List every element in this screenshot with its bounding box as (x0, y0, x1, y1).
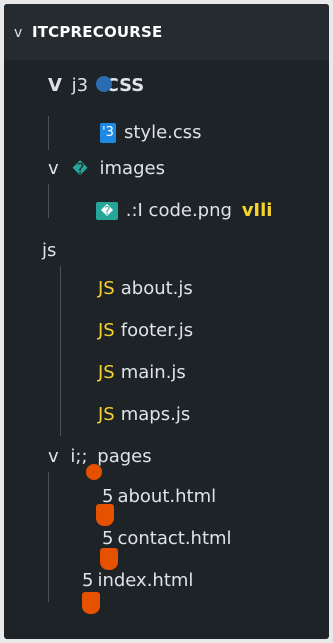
main-js-label: main.js (120, 362, 186, 383)
image-file-icon: � (96, 202, 118, 220)
chevron-down-icon: v (48, 446, 59, 467)
js-file-icon: JS (98, 404, 115, 425)
tree-item-maps-js[interactable]: JS maps.js (98, 398, 190, 432)
tree-item-footer-js[interactable]: JS footer.js (98, 314, 193, 348)
tree-item-about-js[interactable]: JS about.js (98, 272, 193, 306)
contact-html-label: contact.html (117, 528, 232, 549)
js-file-icon: JS (98, 278, 115, 299)
css-folder-icon (95, 76, 112, 92)
chevron-down-icon: V (48, 75, 62, 96)
tree-item-code-png[interactable]: � .:I code.png vIli (96, 194, 272, 228)
tree-item-index-html[interactable]: 5 index.html (82, 564, 193, 598)
css-folder-prefix: j3 (71, 75, 89, 96)
images-folder-label: images (99, 158, 165, 179)
code-png-suffix: vIli (241, 200, 273, 221)
html-file-icon (86, 464, 102, 480)
file-explorer-panel: v ITCPRECOURSE V j3 CSS '3 style.css v � … (4, 4, 329, 639)
style-css-label: style.css (124, 122, 202, 143)
tree-item-js-folder[interactable]: js (42, 234, 56, 268)
html-file-number: 5 (102, 486, 114, 507)
tree-item-css-folder[interactable]: V j3 CSS (48, 69, 144, 103)
chevron-down-icon: v (48, 158, 59, 179)
indent-guide (48, 116, 49, 150)
about-js-label: about.js (120, 278, 193, 299)
footer-js-label: footer.js (120, 320, 194, 341)
tree-item-about-html[interactable]: 5 about.html (102, 480, 216, 514)
indent-guide (48, 184, 49, 218)
html-file-number: 5 (82, 570, 94, 591)
indent-guide (48, 472, 49, 602)
tree-item-images-folder[interactable]: v � images (48, 152, 165, 186)
indent-guide (60, 266, 61, 436)
js-file-icon: JS (98, 362, 115, 383)
root-folder-label: ITCPRECOURSE (31, 23, 163, 41)
css-file-icon: '3 (100, 123, 116, 143)
chevron-down-icon: v (14, 25, 23, 41)
js-file-icon: JS (98, 320, 115, 341)
tree-item-contact-html[interactable]: 5 contact.html (102, 522, 232, 556)
index-html-label: index.html (97, 570, 194, 591)
html-file-number: 5 (102, 528, 114, 549)
code-png-label: .:I code.png (125, 200, 232, 221)
pages-folder-icon: i;; (70, 446, 88, 467)
tree-item-main-js[interactable]: JS main.js (98, 356, 186, 390)
explorer-root-header[interactable]: v ITCPRECOURSE (4, 4, 329, 60)
maps-js-label: maps.js (120, 404, 191, 425)
js-folder-label: js (42, 240, 57, 261)
pages-folder-label: pages (97, 446, 152, 467)
about-html-label: about.html (117, 486, 217, 507)
tree-item-style-css[interactable]: '3 style.css (100, 116, 202, 150)
image-folder-icon: � (72, 160, 88, 178)
